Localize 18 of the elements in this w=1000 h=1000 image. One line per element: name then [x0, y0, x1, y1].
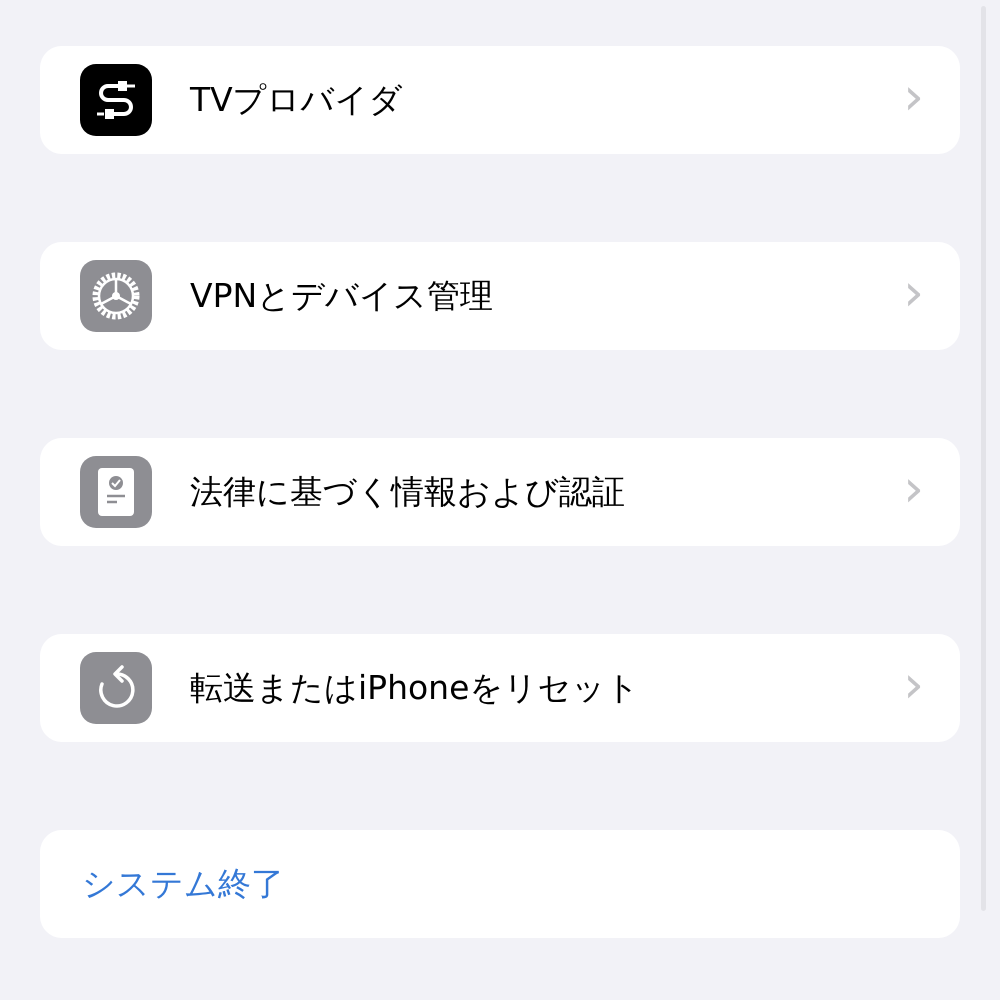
row-label: 転送またはiPhoneをリセット: [190, 666, 640, 708]
settings-row[interactable]: TVプロバイダ ›: [40, 46, 960, 154]
gear-icon: [80, 260, 152, 332]
chevron-icon: ›: [903, 463, 924, 515]
row-label: VPNとデバイス管理: [190, 274, 494, 316]
chevron-icon: ›: [903, 267, 924, 319]
settings-row[interactable]: VPNとデバイス管理 ›: [40, 242, 960, 350]
settings-row[interactable]: 法律に基づく情報および認証 ›: [40, 438, 960, 546]
certificate-icon: [80, 456, 152, 528]
reset-icon: [80, 652, 152, 724]
row-label: TVプロバイダ: [190, 78, 404, 120]
row-label: 法律に基づく情報および認証: [190, 470, 626, 512]
settings-row[interactable]: 転送またはiPhoneをリセット ›: [40, 634, 960, 742]
chevron-icon: ›: [903, 659, 924, 711]
chevron-icon: ›: [903, 71, 924, 123]
shutdown-link[interactable]: システム終了: [82, 862, 284, 906]
cable-icon: [80, 64, 152, 136]
settings-row[interactable]: システム終了: [40, 830, 960, 938]
